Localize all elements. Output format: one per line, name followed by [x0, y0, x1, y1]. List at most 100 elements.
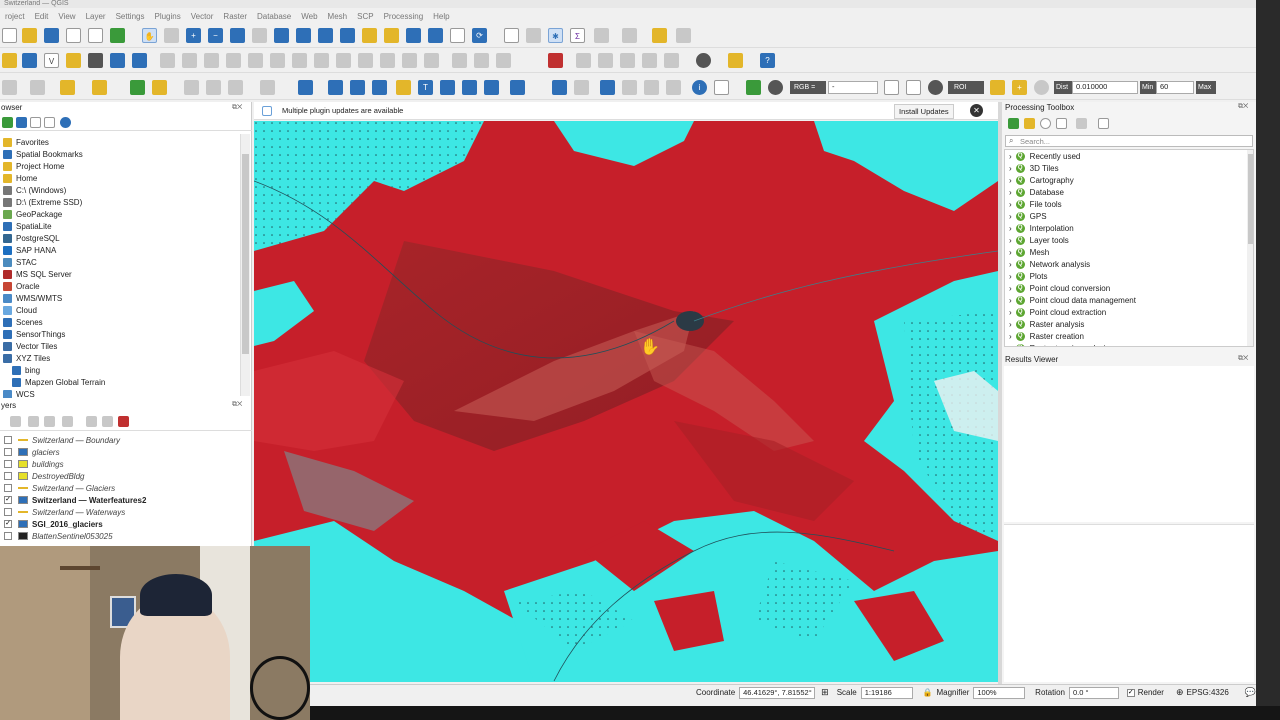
new-bookmark-icon[interactable]	[406, 28, 421, 43]
processing-group[interactable]: › Q 3D Tiles	[1009, 162, 1059, 174]
layer-row[interactable]: buildings	[4, 458, 64, 470]
text-along-line-icon[interactable]	[440, 80, 455, 95]
digitizing-options-icon[interactable]	[452, 53, 467, 68]
layer-row[interactable]: BlattenSentinel053025	[4, 530, 113, 542]
refresh-icon[interactable]: ⟳	[472, 28, 487, 43]
add-raster-layer-icon[interactable]	[88, 53, 103, 68]
new-geopackage-icon[interactable]	[22, 53, 37, 68]
save-project-icon[interactable]	[44, 28, 59, 43]
zoom-next-icon[interactable]	[340, 28, 355, 43]
scp-tool-1-icon[interactable]	[576, 53, 591, 68]
collapse-all-icon[interactable]	[44, 117, 55, 128]
measure-line-icon[interactable]	[622, 28, 637, 43]
select-by-value-icon[interactable]	[30, 80, 45, 95]
browser-item[interactable]: SAP HANA	[3, 244, 56, 256]
browser-item[interactable]: SpatiaLite	[3, 220, 52, 232]
coordinate-capture-icon[interactable]	[600, 80, 615, 95]
layer-visibility-checkbox[interactable]: ✓	[4, 496, 12, 504]
rgb-combo[interactable]: -	[828, 81, 878, 94]
add-wms-layer-icon[interactable]	[132, 53, 147, 68]
processing-group[interactable]: › Q Recently used	[1009, 150, 1080, 162]
toolbox-models-icon[interactable]	[1008, 118, 1019, 129]
browser-item[interactable]: Favorites	[3, 136, 49, 148]
add-selected-layers-icon[interactable]	[2, 117, 13, 128]
expand-arrow-icon[interactable]: ›	[1009, 176, 1012, 185]
browser-item[interactable]: MS SQL Server	[3, 268, 72, 280]
globe-plugin-icon[interactable]	[696, 53, 711, 68]
expand-arrow-icon[interactable]: ›	[1009, 224, 1012, 233]
browser-item[interactable]: Oracle	[3, 280, 40, 292]
layer-visibility-checkbox[interactable]	[4, 508, 12, 516]
select-features-icon[interactable]	[2, 80, 17, 95]
scp-tool-5-icon[interactable]	[664, 53, 679, 68]
scale-combo[interactable]: 1:19186	[860, 686, 913, 699]
browser-refresh-icon[interactable]	[16, 117, 27, 128]
menu-item[interactable]: Plugins	[149, 12, 185, 21]
filter-legend-icon[interactable]	[44, 416, 55, 427]
close-message-icon[interactable]: ✕	[970, 104, 983, 117]
expand-arrow-icon[interactable]: ›	[1009, 260, 1012, 269]
expand-arrow-icon[interactable]: ›	[1009, 236, 1012, 245]
temporal-controller-icon[interactable]	[450, 28, 465, 43]
show-hide-labels-icon[interactable]	[206, 80, 221, 95]
browser-item[interactable]: C:\ (Windows)	[3, 184, 66, 196]
layer-visibility-checkbox[interactable]	[4, 448, 12, 456]
browser-item[interactable]: PostgreSQL	[3, 232, 60, 244]
browser-item[interactable]: Cloud	[3, 304, 37, 316]
add-vector-layer-icon[interactable]: V	[44, 53, 59, 68]
digitize-icon[interactable]	[226, 53, 241, 68]
browser-item[interactable]: D:\ (Extreme SSD)	[3, 196, 82, 208]
save-edits-icon[interactable]	[204, 53, 219, 68]
magnifier-spinbox[interactable]: 100%	[973, 686, 1026, 699]
map-canvas[interactable]: ✋	[254, 121, 998, 682]
create-roi-icon[interactable]	[990, 80, 1005, 95]
toggle-editing-icon[interactable]	[182, 53, 197, 68]
scp-tools-icon[interactable]	[714, 80, 729, 95]
expand-arrow-icon[interactable]: ›	[1009, 284, 1012, 293]
pan-to-selection-icon[interactable]	[164, 28, 179, 43]
browser-item[interactable]: GeoPackage	[3, 208, 62, 220]
search-tool-icon[interactable]	[676, 28, 691, 43]
open-layer-styling-icon[interactable]	[10, 416, 21, 427]
processing-group[interactable]: › Q Raster analysis	[1009, 318, 1084, 330]
redo-roi-icon[interactable]	[1034, 80, 1049, 95]
browser-item[interactable]: STAC	[3, 256, 37, 268]
scp-tool-3-icon[interactable]	[620, 53, 635, 68]
annotation-html-icon[interactable]	[350, 80, 365, 95]
deselect-icon[interactable]	[60, 80, 75, 95]
browser-item[interactable]: Scenes	[3, 316, 43, 328]
browser-item[interactable]: WMS/WMTS	[3, 292, 62, 304]
select-location-icon[interactable]	[92, 80, 107, 95]
add-mesh-layer-icon[interactable]	[110, 53, 125, 68]
properties-info-icon[interactable]	[60, 117, 71, 128]
processing-group[interactable]: › Q File tools	[1009, 198, 1062, 210]
statistics-sum-icon[interactable]: Σ	[570, 28, 585, 43]
new-map-view-icon[interactable]	[362, 28, 377, 43]
label-tool-icon[interactable]	[152, 80, 167, 95]
roi-button[interactable]: ROI	[948, 81, 984, 94]
expand-arrow-icon[interactable]: ›	[1009, 296, 1012, 305]
field-calculator-icon[interactable]	[130, 80, 145, 95]
attribute-table-icon[interactable]	[526, 28, 541, 43]
menu-item[interactable]: Layer	[81, 12, 111, 21]
menu-item[interactable]: Database	[252, 12, 296, 21]
edit-pencil-icon[interactable]	[160, 53, 175, 68]
scp-tool-2-icon[interactable]	[598, 53, 613, 68]
layer-visibility-checkbox[interactable]: ✓	[4, 520, 12, 528]
browser-item[interactable]: SensorThings	[3, 328, 65, 340]
browser-item[interactable]: bing	[12, 364, 40, 376]
help-icon[interactable]: ?	[760, 53, 775, 68]
expand-arrow-icon[interactable]: ›	[1009, 272, 1012, 281]
expand-arrow-icon[interactable]: ›	[1009, 344, 1012, 347]
zoom-selection-icon[interactable]	[252, 28, 267, 43]
menu-item[interactable]: View	[53, 12, 80, 21]
expand-arrow-icon[interactable]: ›	[1009, 212, 1012, 221]
vertex-tool-icon[interactable]	[270, 53, 285, 68]
toolbox-scrollbar[interactable]	[1247, 150, 1253, 346]
map-tips-icon[interactable]	[652, 28, 667, 43]
print-layout-icon[interactable]	[66, 28, 81, 43]
annotation-text-icon[interactable]	[298, 80, 313, 95]
paste-features-icon[interactable]	[380, 53, 395, 68]
rgb-selector[interactable]: RGB =	[790, 81, 826, 94]
layer-row[interactable]: Switzerland — Boundary	[4, 434, 120, 446]
